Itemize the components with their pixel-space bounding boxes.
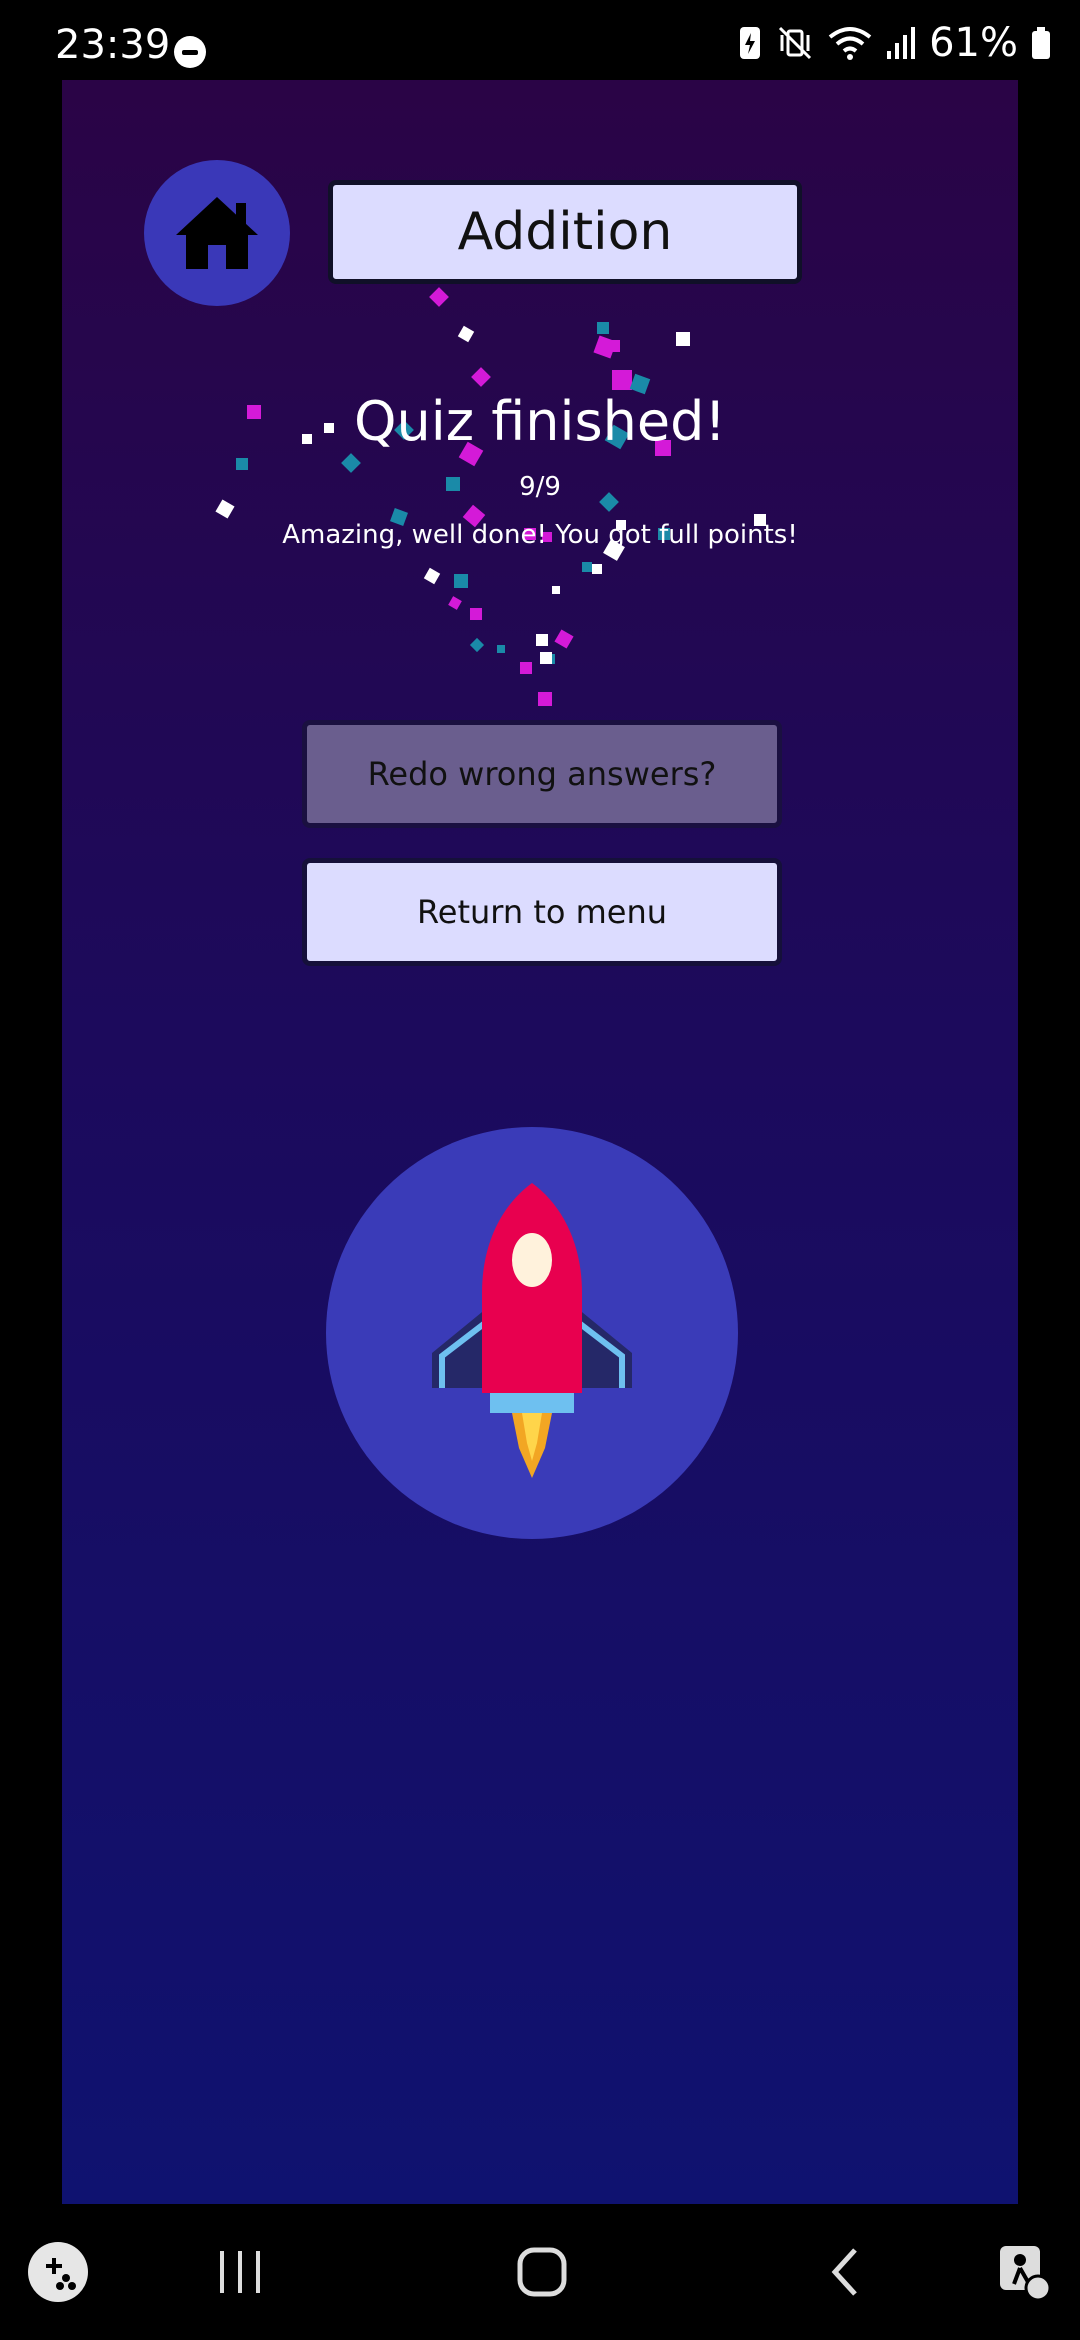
vibrate-mute-icon [779,26,812,60]
quiz-score: 9/9 [519,472,561,502]
menu-button-label: Return to menu [416,893,668,931]
home-nav-icon [517,2247,567,2297]
recent-apps-icon [220,2251,260,2293]
redo-button-label: Redo wrong answers? [367,755,717,793]
status-icons: 61% [737,20,1052,66]
back-button[interactable] [810,2204,880,2340]
recent-apps-button[interactable] [200,2204,280,2340]
redo-wrong-answers-button[interactable]: Redo wrong answers? [302,720,782,828]
quiz-finished-heading: Quiz finished! [354,390,726,453]
home-button[interactable] [144,160,290,306]
accessibility-button[interactable] [984,2204,1064,2340]
home-nav-button[interactable] [500,2204,584,2340]
accessibility-icon [1000,2246,1052,2302]
signal-icon [887,27,916,59]
game-launcher-icon [28,2242,88,2302]
do-not-disturb-icon [174,36,206,68]
back-icon [831,2248,857,2296]
wifi-icon [828,27,872,60]
return-to-menu-button[interactable]: Return to menu [302,858,782,966]
battery-percent: 61% [929,20,1018,66]
battery-saver-icon [740,27,761,59]
quiz-result-message: Amazing, well done! You got full points! [282,520,798,550]
battery-icon [1032,27,1050,59]
rocket-illustration [326,1127,738,1539]
app-screen: Addition Quiz finished! 9/9 Amazing, wel… [62,80,1018,2204]
rocket-icon [432,1183,632,1478]
system-nav-bar [0,2204,1080,2340]
quiz-category-title: Addition [457,202,673,262]
game-launcher-button[interactable] [22,2204,94,2340]
quiz-title-box: Addition [328,180,802,284]
status-bar: 23:39 61% [0,0,1080,80]
status-time: 23:39 [55,22,171,68]
home-icon [176,197,258,269]
